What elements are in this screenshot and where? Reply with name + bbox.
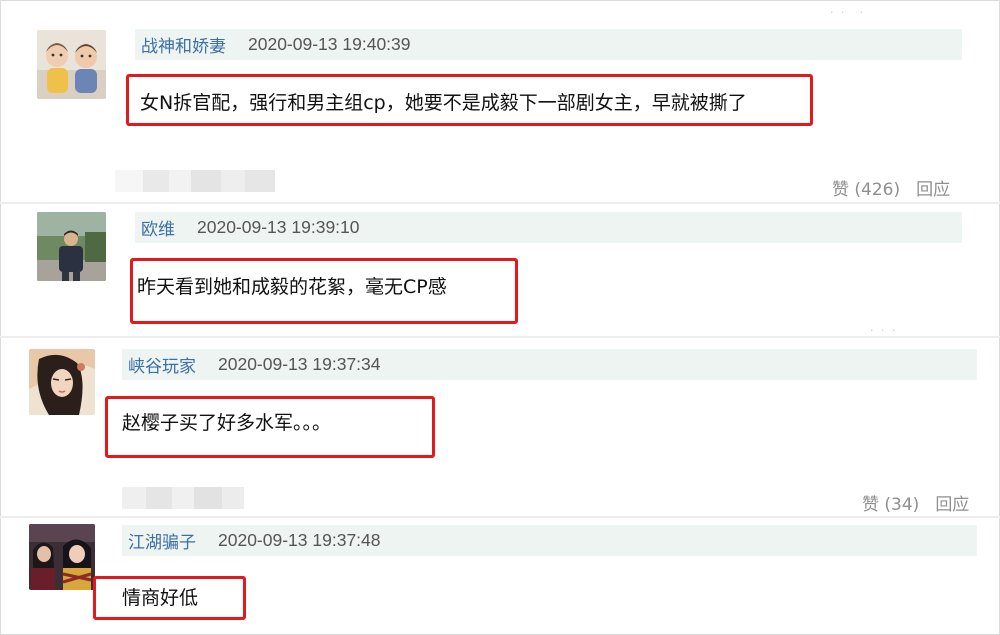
redacted-username <box>122 487 244 509</box>
comment-meta: 峡谷玩家 2020-09-13 19:37:34 <box>122 349 977 380</box>
redacted-username <box>115 170 275 192</box>
comment-timestamp: 2020-09-13 19:37:48 <box>218 530 381 550</box>
comment-meta: 欧维 2020-09-13 19:39:10 <box>135 212 962 243</box>
like-button[interactable]: 赞 (426) <box>832 175 900 200</box>
username-link[interactable]: 欧维 <box>141 215 175 240</box>
highlight-box <box>105 396 435 458</box>
divider <box>0 336 1000 338</box>
avatar[interactable] <box>37 212 106 281</box>
comment-meta: 战神和娇妻 2020-09-13 19:40:39 <box>135 29 962 60</box>
cropped-fragment: · · · <box>830 6 865 19</box>
highlight-box <box>93 576 246 620</box>
reply-button[interactable]: 回应 <box>935 490 969 515</box>
comment-timestamp: 2020-09-13 19:40:39 <box>248 34 411 54</box>
username-link[interactable]: 战神和娇妻 <box>141 32 226 57</box>
reply-button[interactable]: 回应 <box>916 175 950 200</box>
comment-actions: 赞 (34) 回应 <box>862 490 969 515</box>
avatar[interactable] <box>37 30 106 99</box>
username-link[interactable]: 江湖骗子 <box>128 528 196 553</box>
like-button[interactable]: 赞 (34) <box>862 490 919 515</box>
comment-actions: 赞 (426) 回应 <box>832 175 950 200</box>
comment-timestamp: 2020-09-13 19:39:10 <box>197 217 360 237</box>
comment-meta: 江湖骗子 2020-09-13 19:37:48 <box>122 525 977 556</box>
highlight-box <box>130 258 518 324</box>
highlight-box <box>126 74 813 126</box>
avatar[interactable] <box>29 349 95 415</box>
avatar[interactable] <box>29 524 95 590</box>
comment-timestamp: 2020-09-13 19:37:34 <box>218 354 381 374</box>
divider <box>0 202 1000 204</box>
username-link[interactable]: 峡谷玩家 <box>128 352 196 377</box>
divider <box>0 516 1000 518</box>
